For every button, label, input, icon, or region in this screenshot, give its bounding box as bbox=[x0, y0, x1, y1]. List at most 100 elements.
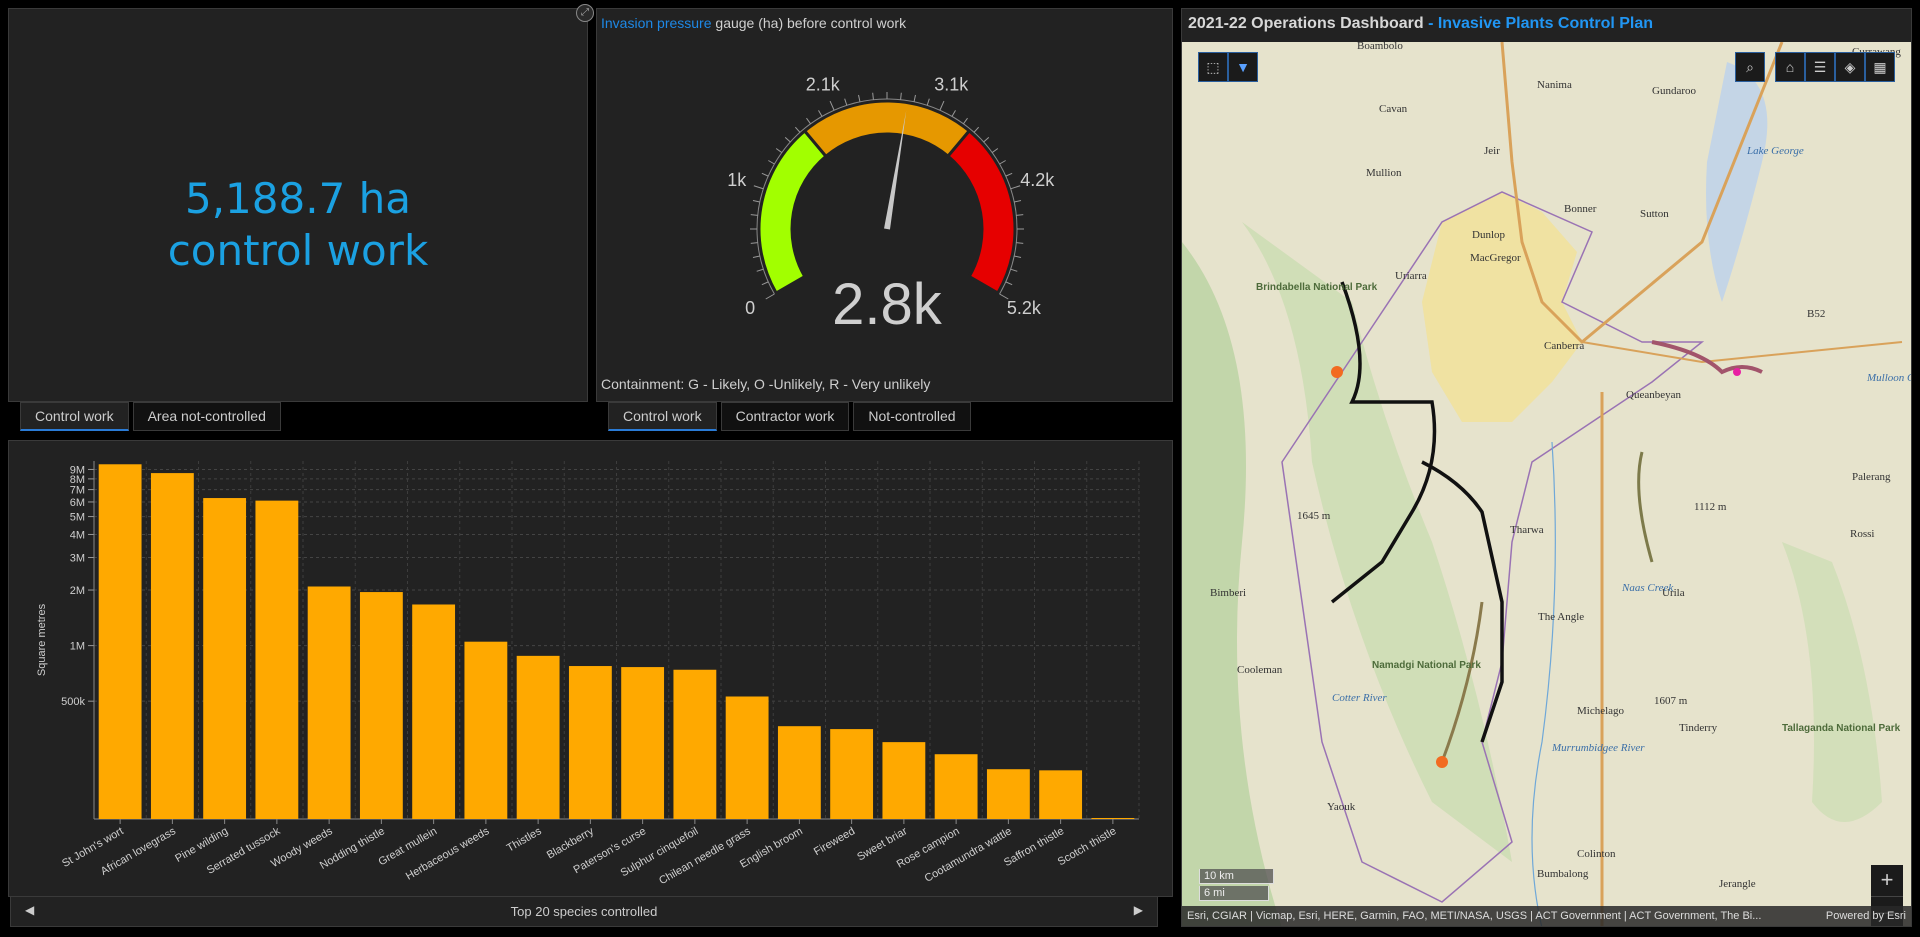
search-icon[interactable]: ⌕ bbox=[1735, 52, 1765, 82]
map-control-site bbox=[1436, 756, 1448, 768]
dashboard-title-main: 2021-22 Operations Dashboard bbox=[1188, 15, 1424, 32]
dashboard-title: 2021-22 Operations Dashboard - Invasive … bbox=[1182, 9, 1911, 42]
map-place-label: Gundaroo bbox=[1652, 85, 1696, 97]
gauge-tick-label: 3.1k bbox=[934, 75, 969, 95]
gauge-tick-label: 1k bbox=[727, 170, 747, 190]
map-place-label: Mulloon Creek bbox=[1867, 372, 1911, 384]
x-tick-label: Cootamundra wattle bbox=[923, 825, 1014, 885]
gauge-tick-label: 4.2k bbox=[1020, 170, 1055, 190]
gauge-tick bbox=[991, 148, 999, 153]
map-place-label: Mullion bbox=[1366, 167, 1402, 179]
gauge-tick bbox=[1005, 172, 1013, 177]
gauge-band bbox=[802, 99, 972, 159]
bar bbox=[307, 586, 351, 819]
gauge-chart: 0 1k 2.1k 3.1k 4.2k 5.2k 2.8k bbox=[727, 75, 1055, 337]
map-place-label: Cavan bbox=[1379, 103, 1408, 115]
gauge-tick-label: 5.2k bbox=[1007, 298, 1042, 318]
chevron-right-icon[interactable]: ▶ bbox=[1134, 903, 1143, 917]
species-bar-chart-panel: 9M 8M 7M 6M 5M 4M 3M 2M 1M 500k Square metres St Jo… bbox=[8, 440, 1173, 897]
gauge-tick bbox=[858, 94, 861, 102]
tab-control-work[interactable]: Control work bbox=[608, 402, 717, 431]
layers-icon[interactable]: ◈ bbox=[1835, 52, 1865, 82]
map-place-label: The Angle bbox=[1538, 611, 1585, 623]
map-attribution: Esri, CGIAR | Vicmap, Esri, HERE, Garmin… bbox=[1182, 906, 1911, 926]
indicator-value-text: 5,188.7 ha bbox=[184, 174, 412, 223]
gauge-tick bbox=[806, 117, 811, 125]
gauge-tick bbox=[1005, 281, 1013, 286]
bar bbox=[673, 669, 717, 819]
gauge-tick bbox=[872, 92, 874, 100]
y-tick-label: 500k bbox=[61, 696, 85, 708]
gauge-tick bbox=[900, 92, 902, 100]
gauge-tick bbox=[1014, 200, 1022, 203]
map-view[interactable]: BoamboloNanimaGundarooCurrawangCavanJeir… bbox=[1182, 40, 1911, 926]
gauge-tick bbox=[753, 185, 764, 190]
map-basemap bbox=[1182, 42, 1911, 926]
bar bbox=[464, 641, 508, 819]
bar bbox=[255, 500, 299, 819]
map-place-label: Dunlop bbox=[1472, 229, 1505, 241]
map-place-label: Jeir bbox=[1484, 145, 1500, 157]
attribution-text[interactable]: Esri, CGIAR | Vicmap, Esri, HERE, Garmin… bbox=[1187, 906, 1761, 926]
map-place-label: Lake George bbox=[1747, 145, 1804, 157]
scale-mi: 6 mi bbox=[1199, 886, 1269, 901]
bar bbox=[934, 754, 978, 819]
map-place-label: Jerangle bbox=[1719, 878, 1756, 890]
gauge-tick bbox=[794, 126, 801, 133]
powered-by-esri[interactable]: Powered by Esri bbox=[1826, 906, 1906, 926]
map-place-label: Michelago bbox=[1577, 705, 1625, 717]
gauge-tick bbox=[1010, 268, 1018, 272]
tab-control-work[interactable]: Control work bbox=[20, 402, 129, 431]
chart-footer: ◀ Top 20 species controlled ▶ bbox=[10, 897, 1158, 927]
bar bbox=[568, 666, 612, 819]
map-place-label: Brindabella National Park bbox=[1256, 282, 1378, 293]
bar bbox=[150, 473, 194, 819]
gauge-tick bbox=[913, 94, 916, 102]
map-background bbox=[1182, 42, 1911, 926]
zoom-in-button[interactable]: + bbox=[1871, 865, 1903, 897]
map-place-label: Tallaganda National Park bbox=[1782, 723, 1901, 734]
bar bbox=[882, 742, 926, 819]
tab-not-controlled[interactable]: Not-controlled bbox=[853, 402, 971, 431]
bar bbox=[986, 769, 1030, 819]
map-control-site bbox=[1733, 368, 1741, 376]
select-icon[interactable]: ⬚ bbox=[1198, 52, 1228, 82]
dropdown-caret-icon[interactable]: ▼ bbox=[1228, 52, 1258, 82]
map-place-label: Murrumbidgee River bbox=[1552, 742, 1645, 754]
home-icon[interactable]: ⌂ bbox=[1775, 52, 1805, 82]
y-tick-label: 5M bbox=[70, 512, 85, 524]
gauge-tick bbox=[761, 172, 769, 177]
map-place-label: Rossi bbox=[1850, 528, 1875, 540]
bar bbox=[1039, 770, 1083, 819]
map-place-label: Bonner bbox=[1564, 203, 1597, 215]
y-tick-label: 1M bbox=[70, 641, 85, 653]
legend-list-icon[interactable]: ☰ bbox=[1805, 52, 1835, 82]
y-axis-label: Square metres bbox=[36, 603, 48, 676]
y-tick-label: 7M bbox=[70, 485, 85, 497]
map-place-label: 1112 m bbox=[1694, 501, 1727, 513]
map-place-label: Uriarra bbox=[1395, 270, 1427, 282]
gauge-tick bbox=[756, 268, 764, 272]
expand-icon[interactable]: ⤢ bbox=[576, 4, 594, 22]
scale-km: 10 km bbox=[1199, 869, 1274, 884]
map-place-label: Yaouk bbox=[1327, 801, 1356, 813]
tab-area-not-controlled[interactable]: Area not-controlled bbox=[132, 402, 281, 431]
map-place-label: 1645 m bbox=[1297, 510, 1331, 522]
gauge-tick bbox=[1016, 242, 1024, 244]
gauge-band bbox=[757, 128, 829, 296]
gauge-tick-label: 0 bbox=[745, 298, 755, 318]
gauge-footer: Containment: G - Likely, O -Unlikely, R … bbox=[601, 376, 931, 392]
basemap-gallery-icon[interactable]: ▦ bbox=[1865, 52, 1895, 82]
map-place-label: Canberra bbox=[1544, 340, 1585, 352]
gauge-tick bbox=[939, 100, 945, 111]
map-place-label: Cotter River bbox=[1332, 692, 1387, 704]
gauge-tabs: Control work Contractor work Not-control… bbox=[608, 402, 971, 431]
tab-contractor-work[interactable]: Contractor work bbox=[720, 402, 850, 431]
map-place-label: B52 bbox=[1807, 308, 1826, 320]
indicator-panel: 5,188.7 ha control work bbox=[8, 8, 588, 402]
bar bbox=[1091, 818, 1135, 819]
gauge-tick bbox=[1010, 185, 1021, 190]
y-tick-label: 4M bbox=[70, 529, 85, 541]
map-panel: 2021-22 Operations Dashboard - Invasive … bbox=[1181, 8, 1912, 927]
map-place-label: MacGregor bbox=[1470, 252, 1521, 264]
